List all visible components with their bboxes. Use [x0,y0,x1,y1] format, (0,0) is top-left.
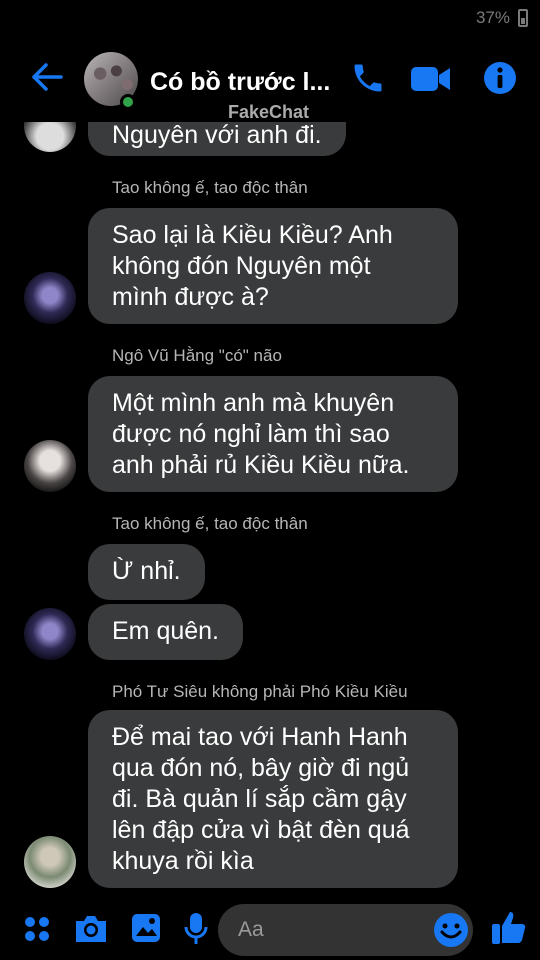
message-line: Để mai tao với Hanh Hanh [112,723,408,751]
avatar[interactable] [24,122,76,152]
gallery-button[interactable] [130,912,162,949]
message-input[interactable]: Aa [218,904,473,956]
input-placeholder: Aa [238,918,264,941]
back-arrow-icon [32,63,63,91]
message-line: không đón Nguyên một [112,252,371,280]
battery-icon [518,9,528,27]
fakechat-watermark: FakeChat [228,102,310,122]
sender-name: Tao không ế, tao độc thân [112,178,308,197]
avatar[interactable] [24,272,76,324]
battery-percentage: 37% [475,8,510,27]
like-button[interactable] [490,908,528,951]
microphone-icon [184,913,208,944]
apps-icon [25,917,49,941]
apps-button[interactable] [22,914,52,949]
emoji-icon [434,913,468,947]
message-line: được nó nghỉ làm thì sao [112,420,390,448]
avatar[interactable] [24,440,76,492]
sender-name: Phó Tư Siêu không phải Phó Kiều Kiều [112,682,408,701]
message-text: Ừ nhỉ. [112,557,181,585]
camera-button[interactable] [74,912,108,949]
online-status-dot [120,94,136,110]
message-line: đi. Bà quản lí sắp cầm gậy [112,785,407,813]
voice-button[interactable] [184,912,208,951]
call-button[interactable] [350,60,386,101]
message-bubble[interactable]: Em quên. [88,604,244,660]
avatar[interactable] [24,608,76,660]
back-button[interactable] [30,62,64,97]
camera-icon [76,916,106,942]
conversation-title[interactable]: Có bồ trước l... [150,68,340,97]
sender-name: Ngô Vũ Hằng "có" não [112,346,282,365]
message-bubble[interactable]: Sao lại là Kiều Kiều? Anh không đón Nguy… [88,208,458,324]
message-line: anh phải rủ Kiều Kiều nữa. [112,451,410,479]
info-button[interactable] [482,60,518,101]
message-line: mình được à? [112,283,269,311]
gallery-icon [132,914,160,942]
message-line: Sao lại là Kiều Kiều? Anh [112,221,393,249]
status-bar: 37% [0,0,540,36]
composer-bar: Aa [0,900,540,960]
message-text: Em quên. [112,617,220,645]
message-line: lên đập cửa vì bật đèn quá [112,816,410,844]
sender-name: Tao không ế, tao độc thân [112,514,308,533]
message-bubble[interactable]: Để mai tao với Hanh Hanh qua đón nó, bây… [88,710,458,888]
video-call-button[interactable] [410,64,452,99]
message-line: khuya rồi kìa [112,847,254,875]
chat-header: Có bồ trước l... FakeChat [0,42,540,122]
message-line: qua đón nó, bây giờ đi ngủ [112,754,410,782]
like-icon [492,912,526,944]
message-bubble[interactable]: Nguyên với anh đi. [88,122,346,156]
avatar[interactable] [24,836,76,888]
message-bubble[interactable]: Một mình anh mà khuyên được nó nghỉ làm … [88,376,458,492]
info-icon [484,62,516,94]
message-text: Nguyên với anh đi. [112,122,322,149]
message-bubble[interactable]: Ừ nhỉ. [88,544,205,600]
message-line: Một mình anh mà khuyên [112,389,395,417]
video-icon [411,67,450,91]
emoji-button[interactable] [433,912,469,953]
phone-icon [354,64,382,92]
message-list[interactable]: Nguyên với anh đi. Tao không ế, tao độc … [0,122,540,900]
